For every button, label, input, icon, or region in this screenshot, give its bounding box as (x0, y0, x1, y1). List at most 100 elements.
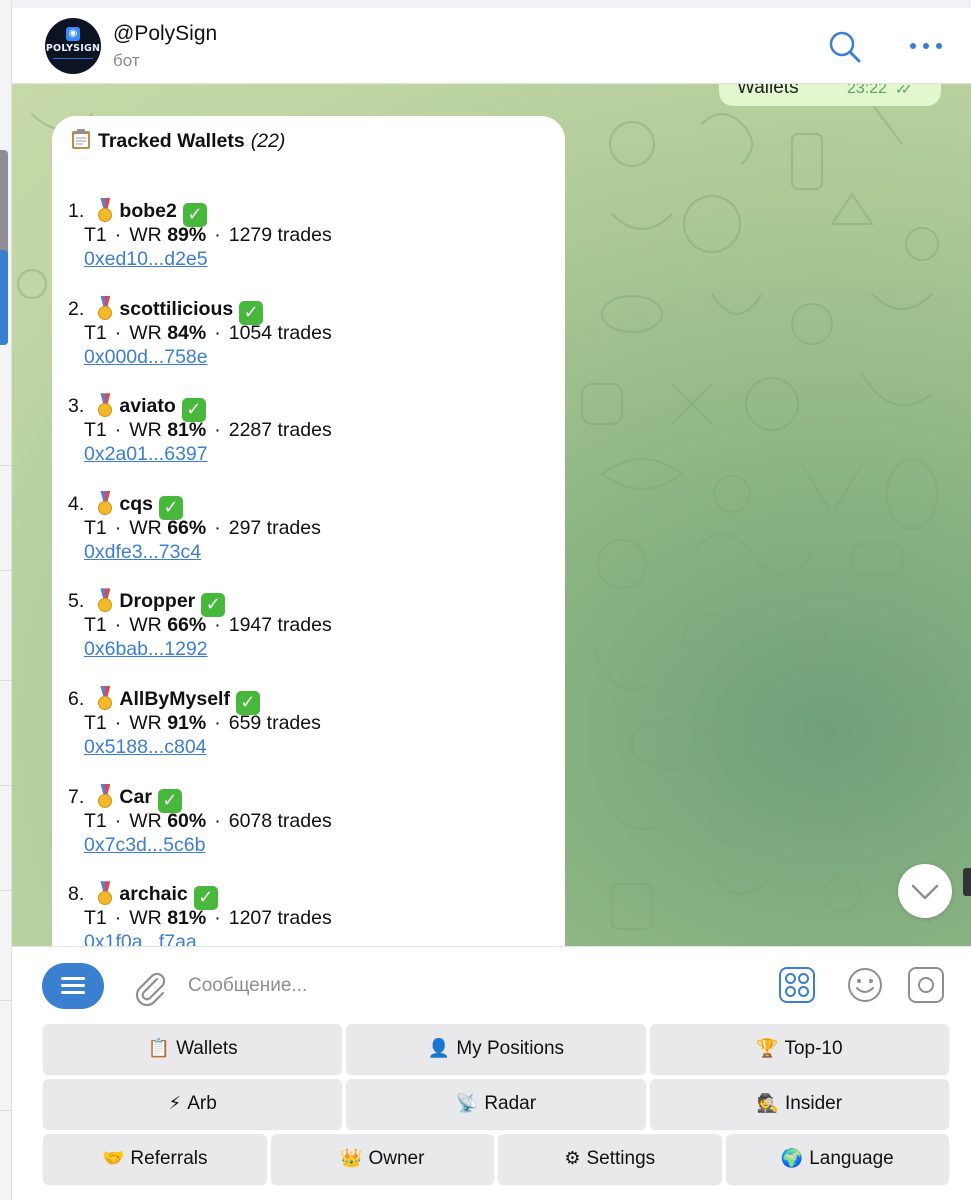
wallet-entry-header: 4. cqs ✓ (68, 490, 548, 520)
wallet-entry-header: 7. Car ✓ (68, 783, 548, 813)
message-title: Tracked Wallets (22) (70, 128, 285, 153)
paperclip-icon (135, 972, 166, 1007)
wallet-tier: T1 (84, 712, 107, 734)
wallet-stats: T1 · WR 91% · 659 trades (84, 712, 548, 736)
wallet-address-link[interactable]: 0x7c3d...5c6b (84, 834, 205, 856)
wallet-address-link[interactable]: 0x5188...c804 (84, 736, 207, 758)
wallet-count: (22) (250, 130, 286, 152)
wallet-name: Car (119, 785, 152, 808)
wallet-address-link[interactable]: 0xdfe3...73c4 (84, 541, 201, 563)
separator-dot: · (214, 321, 221, 344)
wallet-entry-header: 8. archaic ✓ (68, 881, 548, 911)
win-rate-value: 60% (167, 809, 207, 832)
win-rate-value: 84% (167, 321, 207, 344)
keyboard-button-settings[interactable]: ⚙ Settings (498, 1134, 722, 1184)
keyboard-button-label: Insider (785, 1093, 843, 1114)
wallet-tier: T1 (84, 614, 107, 637)
win-rate-value: 81% (167, 419, 207, 442)
keyboard-button-label: Top-10 (784, 1038, 843, 1059)
separator-dot: · (114, 712, 122, 734)
wallet-stats: T1 · WR 81% · 1207 trades (84, 907, 548, 931)
more-options-button[interactable] (908, 34, 944, 60)
win-rate-label: WR (129, 321, 162, 344)
bot-message-bubble[interactable]: Tracked Wallets (22) 1. bobe2 ✓ T1 · WR 89% · 1… (52, 116, 565, 946)
grid-dot-icon (785, 973, 796, 984)
attach-button[interactable] (130, 967, 170, 1007)
smiley-icon (848, 968, 882, 1002)
keyboard-button-insider[interactable]: 🕵 Insider (649, 1079, 949, 1129)
wallets-icon: 📋 (147, 1038, 171, 1059)
emoji-button[interactable] (847, 967, 883, 1003)
keyboard-button-my-positions[interactable]: 👤 My Positions (346, 1024, 646, 1074)
owner-icon: 👑 (340, 1148, 363, 1169)
wallet-address-link[interactable]: 0x6bab...1292 (84, 638, 208, 660)
insider-icon: 🕵 (756, 1093, 780, 1114)
separator-dot: · (214, 516, 221, 539)
keyboard-button-arb[interactable]: ⚡ Arb (43, 1079, 343, 1129)
wallet-address-link[interactable]: 0x2a01...6397 (84, 443, 208, 465)
trade-count: 1279 trades (228, 224, 332, 246)
wallet-address-link[interactable]: 0x000d...758e (84, 346, 208, 368)
medal-icon (95, 686, 115, 710)
divider (0, 680, 12, 681)
keyboard-button-referrals[interactable]: 🤝 Referrals (43, 1134, 267, 1184)
wallet-address-link[interactable]: 0xed10...d2e5 (84, 248, 208, 270)
grid-dot-icon (785, 986, 796, 997)
divider (0, 785, 12, 786)
chat-subtitle: бот (113, 51, 140, 70)
keyboard-button-wallets[interactable]: 📋 Wallets (43, 1024, 343, 1074)
entry-number: 5. (68, 590, 85, 613)
more-dot-icon (936, 43, 942, 49)
sent-message-bubble[interactable]: Wallets 23:22 ✓✓ (719, 84, 941, 106)
stickers-apps-button[interactable] (779, 967, 815, 1003)
entry-number: 3. (68, 395, 85, 418)
chat-title[interactable]: @PolySign (113, 22, 217, 46)
message-input[interactable] (188, 969, 748, 1003)
wallet-entry-header: 5. Dropper ✓ (68, 588, 548, 618)
medal-icon (95, 881, 115, 906)
background-window-tab-active (0, 250, 8, 345)
keyboard-button-label: Arb (187, 1093, 217, 1114)
wallet-name: bobe2 (119, 200, 177, 222)
camera-button[interactable] (908, 967, 944, 1003)
side-handle (963, 868, 971, 896)
win-rate-value: 89% (167, 224, 207, 246)
keyboard-button-label: Wallets (176, 1038, 238, 1059)
divider (0, 1110, 12, 1111)
trade-count: 297 trades (228, 516, 321, 539)
separator-dot: · (214, 907, 221, 930)
entry-number: 7. (68, 785, 85, 808)
separator-dot: · (114, 907, 122, 930)
keyboard-button-owner[interactable]: 👑 Owner (270, 1134, 494, 1184)
entry-number: 8. (68, 883, 85, 906)
divider (0, 570, 12, 571)
search-button[interactable] (828, 30, 862, 64)
chat-header: ◉ POLYSIGN @PolySign бот (12, 8, 971, 84)
win-rate-value: 91% (167, 712, 207, 734)
composer: 📋Wallets👤My Positions🏆Top-10⚡Arb📡Radar🕵I… (12, 946, 971, 1200)
keyboard-button-radar[interactable]: 📡 Radar (346, 1079, 646, 1129)
separator-dot: · (214, 419, 221, 442)
wallet-entry-header: 2. scottilicious ✓ (68, 295, 548, 325)
keyboard-button-top-10[interactable]: 🏆 Top-10 (649, 1024, 949, 1074)
arb-icon: ⚡ (168, 1093, 182, 1114)
my-positions-icon: 👤 (427, 1038, 451, 1059)
referrals-icon: 🤝 (102, 1148, 125, 1169)
keyboard-button-language[interactable]: 🌍 Language (725, 1134, 949, 1184)
menu-line-icon (61, 991, 85, 994)
wallet-tier: T1 (84, 224, 107, 246)
avatar[interactable]: ◉ POLYSIGN (45, 18, 101, 74)
wallet-entry: 5. Dropper ✓ T1 · WR 66% · 1947 trades 0x6bab..… (68, 588, 548, 664)
wallet-stats: T1 · WR 81% · 2287 trades (84, 419, 548, 443)
scroll-down-button[interactable] (898, 864, 952, 918)
win-rate-label: WR (129, 224, 162, 246)
win-rate-value: 81% (167, 907, 207, 930)
message-time: 23:22 (847, 84, 888, 97)
wallet-tier: T1 (84, 321, 107, 344)
chat-area[interactable]: Wallets 23:22 ✓✓ Tracked Wallets (22) 1. … (12, 84, 971, 946)
bot-menu-button[interactable] (42, 963, 104, 1009)
wallet-name: cqs (119, 492, 154, 515)
message-title-text: Tracked Wallets (98, 130, 245, 152)
divider (0, 465, 12, 466)
wallet-address-link[interactable]: 0x1f0a...f7aa (84, 931, 197, 946)
